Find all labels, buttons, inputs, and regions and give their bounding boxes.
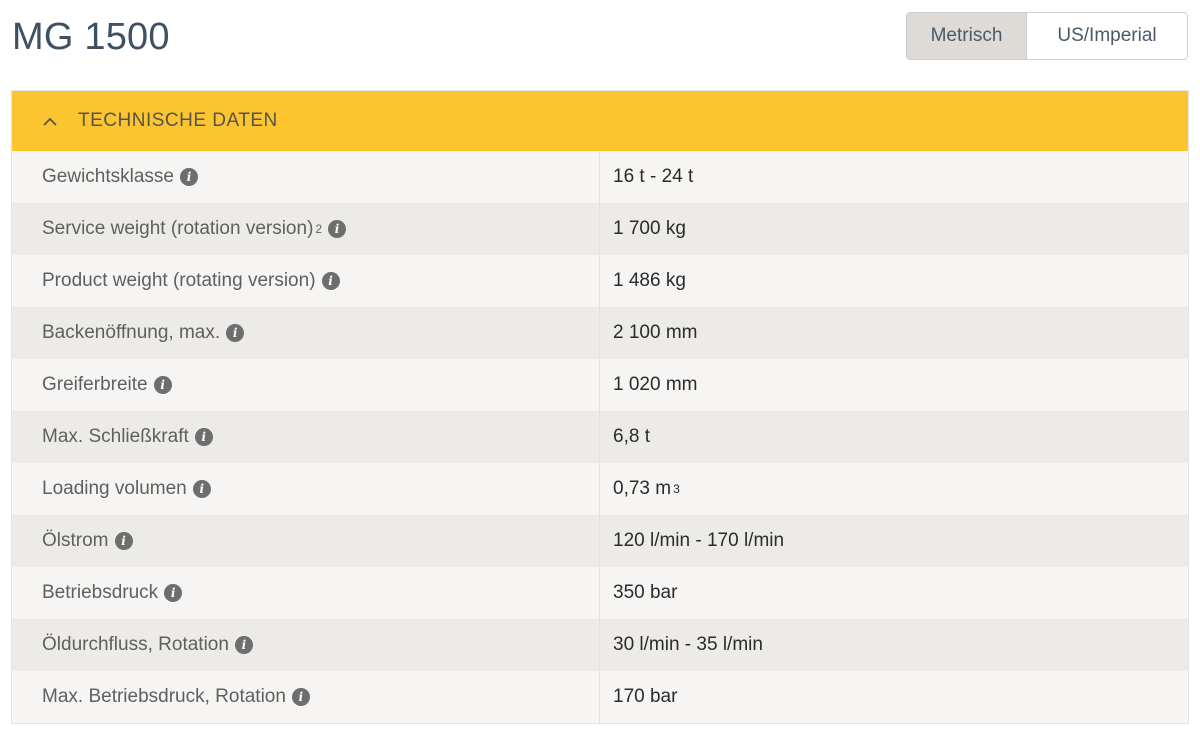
info-icon[interactable]: i <box>180 168 198 186</box>
panel-title: TECHNISCHE DATEN <box>78 110 278 131</box>
spec-value: 1 700 kg <box>613 218 686 239</box>
spec-value-cell: 1 486 kg <box>600 255 1188 307</box>
spec-label-cell: Ölstrom i <box>12 515 600 567</box>
spec-label: Loading volumen <box>42 478 187 499</box>
spec-value: 350 bar <box>613 582 678 603</box>
page-title: MG 1500 <box>12 16 170 58</box>
info-icon[interactable]: i <box>328 220 347 238</box>
info-icon[interactable]: i <box>153 376 172 394</box>
table-row: Betriebsdruck i 350 bar <box>12 567 1188 619</box>
spec-label: Backenöffnung, max. <box>42 322 221 343</box>
metric-unit-button[interactable]: Metrisch <box>907 13 1027 59</box>
table-row: Backenöffnung, max. i 2 100 mm <box>12 307 1188 359</box>
spec-value: 120 l/min - 170 l/min <box>613 530 785 551</box>
spec-label-cell: Greiferbreite i <box>12 359 600 411</box>
table-row: Ölstrom i 120 l/min - 170 l/min <box>12 515 1188 567</box>
imperial-unit-button[interactable]: US/Imperial <box>1027 13 1187 59</box>
spec-value-cell: 2 100 mm <box>600 307 1188 359</box>
spec-label-cell: Betriebsdruck i <box>12 567 600 619</box>
spec-label-cell: Backenöffnung, max. i <box>12 307 600 359</box>
info-icon[interactable]: i <box>114 532 133 550</box>
info-icon[interactable]: i <box>226 324 245 342</box>
table-row: Öldurchfluss, Rotation i 30 l/min - 35 l/m… <box>12 619 1188 671</box>
spec-label-cell: Loading volumen i <box>12 463 600 515</box>
spec-label: Max. Betriebsdruck, Rotation <box>42 686 286 707</box>
spec-label: Max. Schließkraft <box>42 426 189 447</box>
spec-value-cell: 170 bar <box>600 671 1188 723</box>
table-row: Product weight (rotating version) i 1 486 … <box>12 255 1188 307</box>
table-row: Max. Schließkraft i 6,8 t <box>12 411 1188 463</box>
spec-label-cell: Gewichtsklasse i <box>12 151 600 203</box>
spec-value-cell: 0,73 m3 <box>613 478 680 499</box>
spec-value-cell: 30 l/min - 35 l/min <box>600 619 1188 671</box>
spec-label-cell: Öldurchfluss, Rotation i <box>12 619 600 671</box>
spec-value-cell: 120 l/min - 170 l/min <box>600 515 1188 567</box>
spec-value-cell: 16 t - 24 t <box>600 151 1188 203</box>
unit-toggle: Metrisch US/Imperial <box>906 12 1188 60</box>
spec-label: Öldurchfluss, Rotation <box>42 634 229 655</box>
info-icon[interactable]: i <box>192 480 211 498</box>
spec-label: Product weight (rotating version) <box>42 270 316 291</box>
spec-label-cell: Product weight (rotating version) i <box>12 255 600 307</box>
info-icon[interactable]: i <box>321 272 340 290</box>
spec-label: Ölstrom <box>42 530 109 551</box>
info-icon[interactable]: i <box>194 428 213 446</box>
spec-value-cell: 6,8 t <box>600 411 1188 463</box>
spec-label: Gewichtsklasse <box>42 166 174 187</box>
spec-value: 1 020 mm <box>613 374 698 395</box>
spec-label: Service weight (rotation version) <box>42 218 314 239</box>
spec-label: Greiferbreite <box>42 374 148 395</box>
info-icon[interactable]: i <box>291 688 310 706</box>
info-icon[interactable]: i <box>164 584 183 602</box>
spec-value: 30 l/min - 35 l/min <box>613 634 763 655</box>
spec-label-cell: Max. Betriebsdruck, Rotation i <box>12 671 600 723</box>
table-row: Loading volumen i 0,73 m3 <box>12 463 1188 515</box>
chevron-up-icon <box>42 113 58 129</box>
spec-value-cell: 350 bar <box>600 567 1188 619</box>
table-row: Greiferbreite i 1 020 mm <box>12 359 1188 411</box>
table-row: Gewichtsklasse i 16 t - 24 t <box>12 151 1188 203</box>
info-icon[interactable]: i <box>234 636 253 654</box>
technical-data-header[interactable]: TECHNISCHE DATEN <box>12 91 1188 151</box>
spec-value-cell: 1 700 kg <box>600 203 1188 255</box>
spec-value: 1 486 kg <box>613 270 686 291</box>
spec-label: Betriebsdruck <box>42 582 159 603</box>
spec-value: 2 100 mm <box>613 322 698 343</box>
spec-value: 6,8 t <box>613 426 650 447</box>
technical-data-panel: TECHNISCHE DATEN Gewichtsklasse i 16 t - 2… <box>11 90 1189 724</box>
spec-table: Gewichtsklasse i 16 t - 24 t Service weight… <box>12 151 1188 723</box>
spec-value: 0,73 m <box>613 478 672 499</box>
spec-label-cell: Service weight (rotation version) 2 i <box>12 203 600 255</box>
spec-value-cell: 1 020 mm <box>600 359 1188 411</box>
spec-value: 170 bar <box>613 686 678 707</box>
table-row: Max. Betriebsdruck, Rotation i 170 bar <box>12 671 1188 723</box>
table-row: Service weight (rotation version) 2 i 1 700… <box>12 203 1188 255</box>
spec-label-cell: Max. Schließkraft i <box>12 411 600 463</box>
spec-value: 16 t - 24 t <box>613 166 694 187</box>
